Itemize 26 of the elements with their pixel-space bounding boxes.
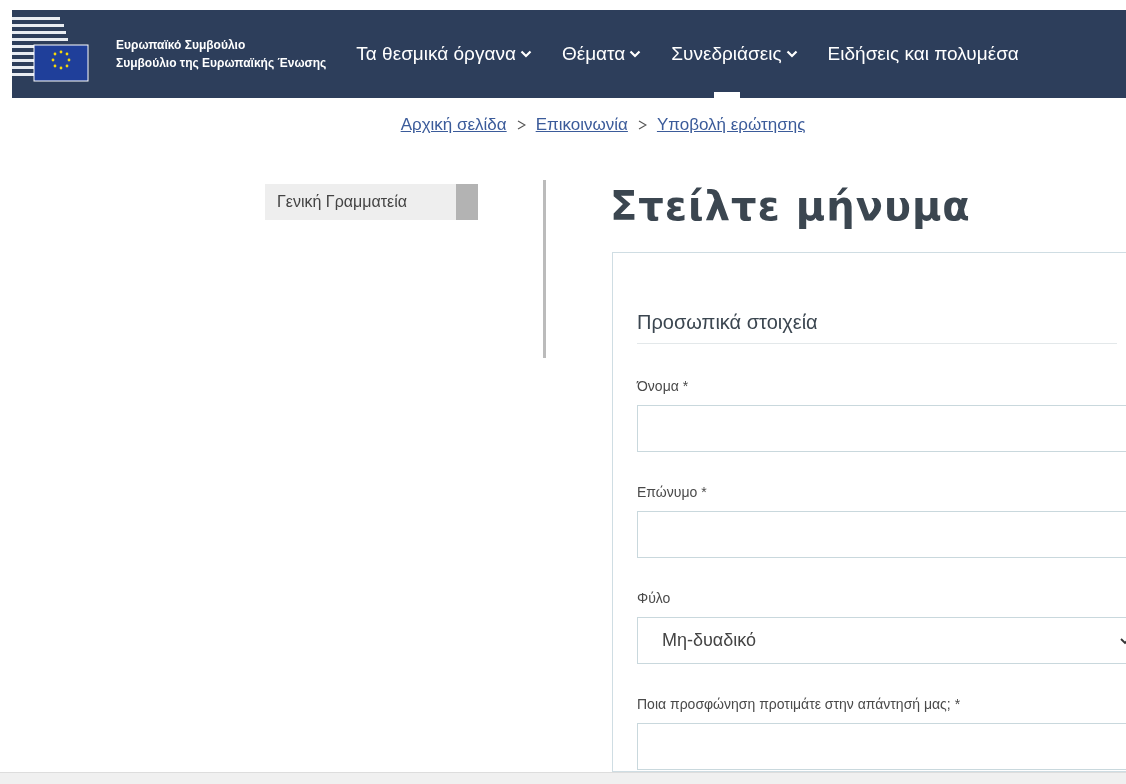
nav-link[interactable]: Τα θεσμικά όργανα (356, 10, 532, 98)
input-field[interactable] (637, 405, 1126, 452)
field-label: Φύλο (637, 589, 672, 608)
nav-link[interactable]: Θέματα (561, 10, 642, 98)
active-indicator (714, 92, 741, 98)
breadcrumb-link[interactable]: Αρχική σελίδα (400, 112, 507, 138)
nav-link[interactable]: Ειδήσεις και πολυμέσα (827, 10, 1019, 98)
organisation-name: Συμβούλιο της Ευρωπαϊκής Ένωσης (116, 55, 327, 71)
field-label: Ποια προσφώνηση προτιμάτε στην απάντησή μας; * (637, 695, 962, 714)
section-title: Προσωπικά στοιχεία (637, 307, 1117, 344)
field-label: Όνομα * (637, 377, 690, 396)
sidebar-item[interactable]: Γενική Γραμματεία (265, 183, 478, 220)
organisation-name: Ευρωπαϊκό Συμβούλιο (116, 37, 247, 53)
chevron-right-icon (637, 119, 647, 130)
breadcrumb-link[interactable]: Επικοινωνία (535, 112, 628, 138)
chevron-down-icon (785, 50, 798, 58)
chevron-down-icon (519, 50, 532, 58)
chevron-right-icon (516, 119, 526, 130)
page-heading: Στείλτε μήνυμα (610, 181, 972, 230)
input-field[interactable] (637, 511, 1126, 558)
input-field[interactable] (637, 723, 1126, 770)
nav-link[interactable]: Συνεδριάσεις (671, 10, 798, 98)
field-label: Επώνυμο * (637, 483, 708, 502)
breadcrumb-link[interactable]: Υποβολή ερώτησης (656, 112, 806, 138)
chevron-down-icon (629, 50, 642, 58)
dropdown-field[interactable]: Μη-δυαδικό (637, 617, 1126, 664)
